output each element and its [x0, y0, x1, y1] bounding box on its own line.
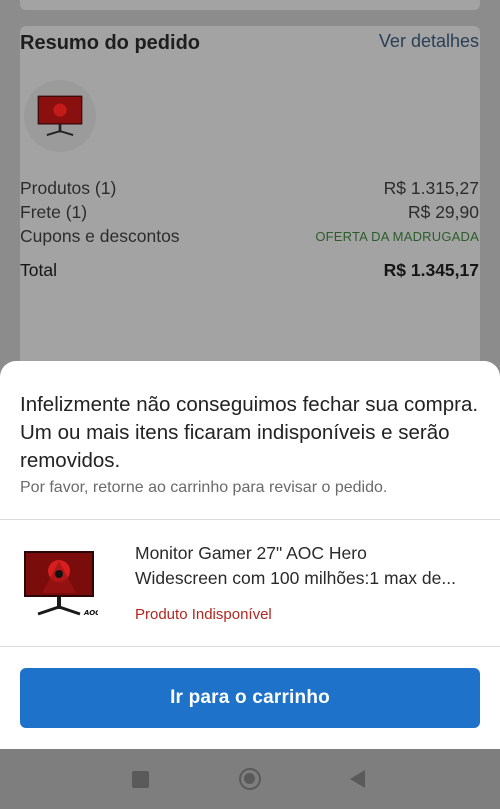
divider — [0, 646, 500, 647]
see-details-link[interactable]: Ver detalhes — [379, 31, 479, 52]
product-thumbnail — [24, 80, 96, 152]
discounts-row: Cupons e descontos OFERTA DA MADRUGADA — [20, 224, 479, 248]
brand-logo-text: AOC — [83, 609, 98, 617]
back-triangle-icon[interactable] — [350, 770, 365, 788]
recents-square-icon[interactable] — [132, 771, 149, 788]
item-name-line1: Monitor Gamer 27" AOC Hero — [135, 543, 367, 563]
shipping-label: Frete (1) — [20, 201, 88, 222]
order-summary-title: Resumo do pedido — [20, 32, 200, 54]
order-summary-rows: Produtos (1) R$ 1.315,27 Frete (1) R$ 29… — [20, 176, 479, 282]
total-row: Total R$ 1.345,17 — [20, 258, 479, 282]
item-name-line2: Widescreen com 100 milhões:1 max de... — [135, 568, 456, 588]
shipping-row: Frete (1) R$ 29,90 — [20, 200, 479, 224]
monitor-image-icon: AOC — [24, 551, 101, 617]
previous-card — [20, 0, 480, 10]
unavailable-items-sheet: Infelizmente não conseguimos fechar sua … — [0, 361, 500, 749]
divider — [0, 519, 500, 520]
total-value: R$ 1.345,17 — [383, 259, 479, 280]
sheet-title: Infelizmente não conseguimos fechar sua … — [20, 393, 479, 472]
system-nav-bar — [0, 749, 500, 809]
sheet-subtitle: Por favor, retorne ao carrinho para revi… — [20, 479, 388, 496]
home-circle-icon[interactable] — [239, 768, 261, 790]
products-value: R$ 1.315,27 — [383, 177, 479, 198]
monitor-image-icon — [37, 95, 83, 137]
discounts-label: Cupons e descontos — [20, 225, 180, 246]
promo-badge: OFERTA DA MADRUGADA — [315, 228, 479, 244]
go-to-cart-button[interactable]: Ir para o carrinho — [20, 668, 480, 728]
item-name: Monitor Gamer 27" AOC Hero Widescreen co… — [135, 541, 487, 591]
shipping-value: R$ 29,90 — [407, 201, 479, 222]
total-label: Total — [20, 259, 57, 280]
products-label: Produtos (1) — [20, 177, 117, 198]
products-row: Produtos (1) R$ 1.315,27 — [20, 176, 479, 200]
item-unavailable-status: Produto Indisponível — [135, 606, 272, 623]
item-thumbnail: AOC — [22, 549, 101, 619]
